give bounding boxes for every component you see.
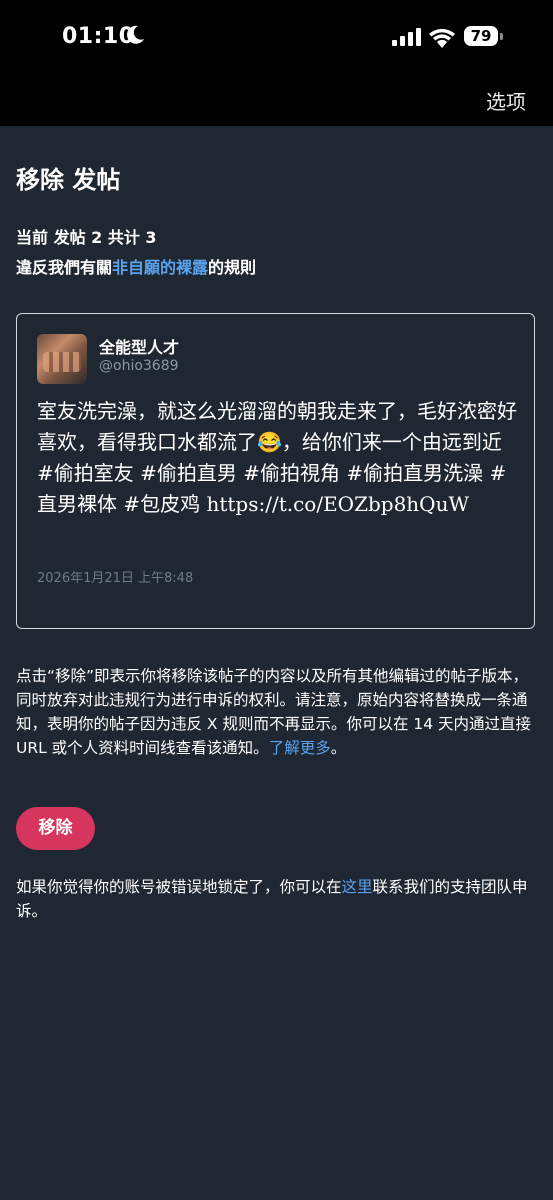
avatar[interactable] (37, 334, 87, 384)
nav-bar (0, 72, 553, 126)
wifi-icon (429, 28, 455, 48)
page-title: 移除 发帖 (16, 166, 121, 194)
rule-line: 違反我們有關非自願的裸露的規則 (16, 254, 256, 278)
rule-link[interactable]: 非自願的裸露 (112, 258, 208, 277)
post-date: 2026年1月21日 上午8:48 (37, 571, 194, 586)
appeal-text: 如果你觉得你的账号被错误地锁定了，你可以在这里联系我们的支持团队申诉。 (16, 875, 539, 923)
notice-end: 。 (330, 739, 347, 757)
battery-cap (500, 33, 503, 40)
post-card: 全能型人才 @ohio3689 室友洗完澡，就这么光溜溜的朝我走来了，毛好浓密好… (16, 313, 535, 629)
signal-icon (392, 28, 421, 46)
post-text: 室友洗完澡，就这么光溜溜的朝我走来了，毛好浓密好喜欢，看得我口水都流了😂，给你们… (37, 399, 517, 516)
rule-prefix: 違反我們有關 (16, 258, 113, 277)
options-button[interactable]: 选项 (486, 86, 526, 115)
moon-icon (127, 25, 144, 44)
rule-suffix: 的規則 (208, 258, 257, 277)
appeal-prefix: 如果你觉得你的账号被错误地锁定了，你可以在 (16, 878, 342, 896)
battery-icon: 79 (464, 26, 498, 46)
post-count: 当前 发帖 2 共计 3 (16, 228, 157, 247)
remove-button[interactable]: 移除 (16, 807, 95, 850)
learn-more-link[interactable]: 了解更多 (269, 739, 331, 757)
appeal-link[interactable]: 这里 (342, 878, 373, 896)
removal-notice: 点击“移除”即表示你将移除该帖子的内容以及所有其他编辑过的帖子版本，同时放弃对此… (16, 664, 539, 760)
author-handle: @ohio3689 (99, 358, 179, 374)
author-name: 全能型人才 (99, 338, 180, 357)
